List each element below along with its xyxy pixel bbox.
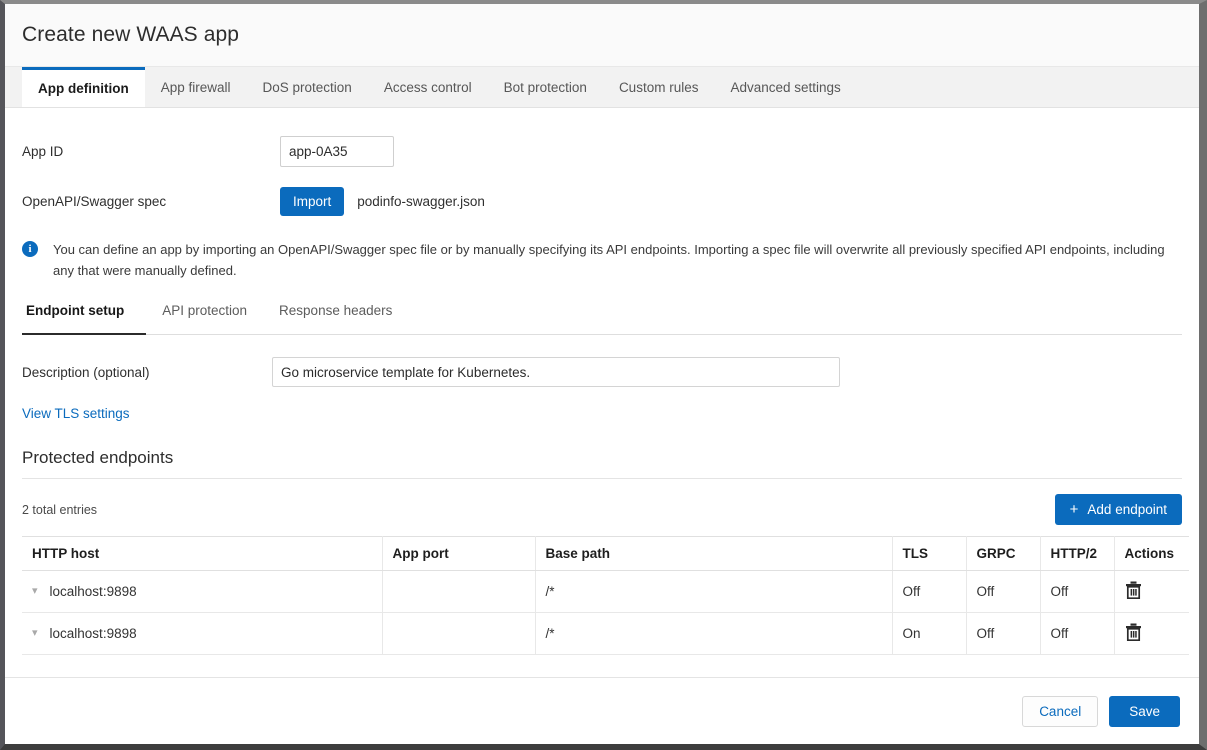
- delete-endpoint-button[interactable]: [1125, 623, 1142, 641]
- tab-access-control[interactable]: Access control: [368, 67, 488, 107]
- swagger-spec-row: OpenAPI/Swagger spec Import podinfo-swag…: [22, 184, 1182, 218]
- cancel-button[interactable]: Cancel: [1022, 696, 1098, 727]
- tab-label: DoS protection: [263, 80, 352, 95]
- tab-endpoint-setup[interactable]: Endpoint setup: [22, 303, 146, 334]
- tab-label: App firewall: [161, 80, 231, 95]
- cell-actions: [1114, 571, 1189, 613]
- tab-custom-rules[interactable]: Custom rules: [603, 67, 715, 107]
- trash-icon: [1125, 623, 1142, 641]
- column-header-http-host[interactable]: HTTP host: [22, 537, 382, 571]
- column-header-tls[interactable]: TLS: [892, 537, 966, 571]
- add-endpoint-label: Add endpoint: [1087, 502, 1167, 517]
- info-circle-icon: i: [22, 241, 38, 257]
- column-header-actions: Actions: [1114, 537, 1189, 571]
- cell-grpc: Off: [966, 613, 1040, 655]
- dialog-footer: Cancel Save: [5, 677, 1199, 744]
- cell-http-host: ▾ localhost:9898: [22, 613, 382, 655]
- cell-tls: On: [892, 613, 966, 655]
- dialog-body: App ID OpenAPI/Swagger spec Import podin…: [5, 108, 1199, 677]
- cell-http2: Off: [1040, 571, 1114, 613]
- cell-actions: [1114, 613, 1189, 655]
- trash-icon: [1125, 581, 1142, 599]
- protected-endpoints-table: HTTP host App port Base path TLS GRPC HT…: [22, 536, 1189, 655]
- plus-icon: +: [1070, 502, 1079, 517]
- column-header-app-port[interactable]: App port: [382, 537, 535, 571]
- app-id-row: App ID: [22, 134, 1182, 168]
- app-id-label: App ID: [22, 144, 280, 159]
- table-toolbar: 2 total entries + Add endpoint: [22, 494, 1182, 525]
- description-label: Description (optional): [22, 365, 272, 380]
- endpoint-tab-strip: Endpoint setup API protection Response h…: [22, 303, 1182, 335]
- cell-grpc: Off: [966, 571, 1040, 613]
- table-row: ▾ localhost:9898 /* On Off Off: [22, 613, 1189, 655]
- tab-api-protection[interactable]: API protection: [146, 303, 263, 334]
- import-button[interactable]: Import: [280, 187, 344, 216]
- column-header-http2[interactable]: HTTP/2: [1040, 537, 1114, 571]
- view-tls-settings-link[interactable]: View TLS settings: [22, 406, 130, 421]
- add-endpoint-button[interactable]: + Add endpoint: [1055, 494, 1182, 525]
- chevron-down-icon[interactable]: ▾: [32, 628, 38, 639]
- dialog-titlebar: Create new WAAS app: [5, 4, 1199, 67]
- tab-bot-protection[interactable]: Bot protection: [488, 67, 603, 107]
- page-title: Create new WAAS app: [22, 23, 239, 47]
- cell-app-port: [382, 613, 535, 655]
- save-button[interactable]: Save: [1109, 696, 1180, 727]
- table-row: ▾ localhost:9898 /* Off Off Off: [22, 571, 1189, 613]
- column-header-grpc[interactable]: GRPC: [966, 537, 1040, 571]
- description-input[interactable]: [272, 357, 840, 387]
- cell-base-path: /*: [535, 613, 892, 655]
- tab-label: App definition: [38, 81, 129, 96]
- main-tab-strip: App definition App firewall DoS protecti…: [5, 67, 1199, 108]
- inner-tab-label: Response headers: [279, 303, 392, 318]
- info-banner: i You can define an app by importing an …: [22, 239, 1182, 281]
- cell-http-host: ▾ localhost:9898: [22, 571, 382, 613]
- inner-tab-label: API protection: [162, 303, 247, 318]
- column-header-base-path[interactable]: Base path: [535, 537, 892, 571]
- cell-http2: Off: [1040, 613, 1114, 655]
- swagger-spec-label: OpenAPI/Swagger spec: [22, 194, 280, 209]
- app-id-input[interactable]: [280, 136, 394, 167]
- cell-base-path: /*: [535, 571, 892, 613]
- tab-app-definition[interactable]: App definition: [22, 67, 145, 107]
- entries-count: 2 total entries: [22, 503, 97, 517]
- dialog-window: Create new WAAS app App definition App f…: [0, 0, 1207, 750]
- cell-app-port: [382, 571, 535, 613]
- tab-app-firewall[interactable]: App firewall: [145, 67, 247, 107]
- tab-response-headers[interactable]: Response headers: [263, 303, 408, 334]
- tab-dos-protection[interactable]: DoS protection: [247, 67, 368, 107]
- description-row: Description (optional): [22, 357, 1182, 387]
- http-host-value: localhost:9898: [50, 584, 137, 599]
- delete-endpoint-button[interactable]: [1125, 581, 1142, 599]
- info-message: You can define an app by importing an Op…: [53, 239, 1172, 281]
- chevron-down-icon[interactable]: ▾: [32, 586, 38, 597]
- dialog-content: Create new WAAS app App definition App f…: [5, 4, 1199, 744]
- tab-advanced-settings[interactable]: Advanced settings: [714, 67, 856, 107]
- http-host-value: localhost:9898: [50, 626, 137, 641]
- inner-tab-label: Endpoint setup: [26, 303, 124, 318]
- tab-label: Access control: [384, 80, 472, 95]
- tab-label: Advanced settings: [730, 80, 840, 95]
- protected-endpoints-title: Protected endpoints: [22, 448, 1182, 479]
- tab-label: Custom rules: [619, 80, 699, 95]
- tab-label: Bot protection: [504, 80, 587, 95]
- table-header-row: HTTP host App port Base path TLS GRPC HT…: [22, 537, 1189, 571]
- spec-filename: podinfo-swagger.json: [357, 194, 485, 209]
- cell-tls: Off: [892, 571, 966, 613]
